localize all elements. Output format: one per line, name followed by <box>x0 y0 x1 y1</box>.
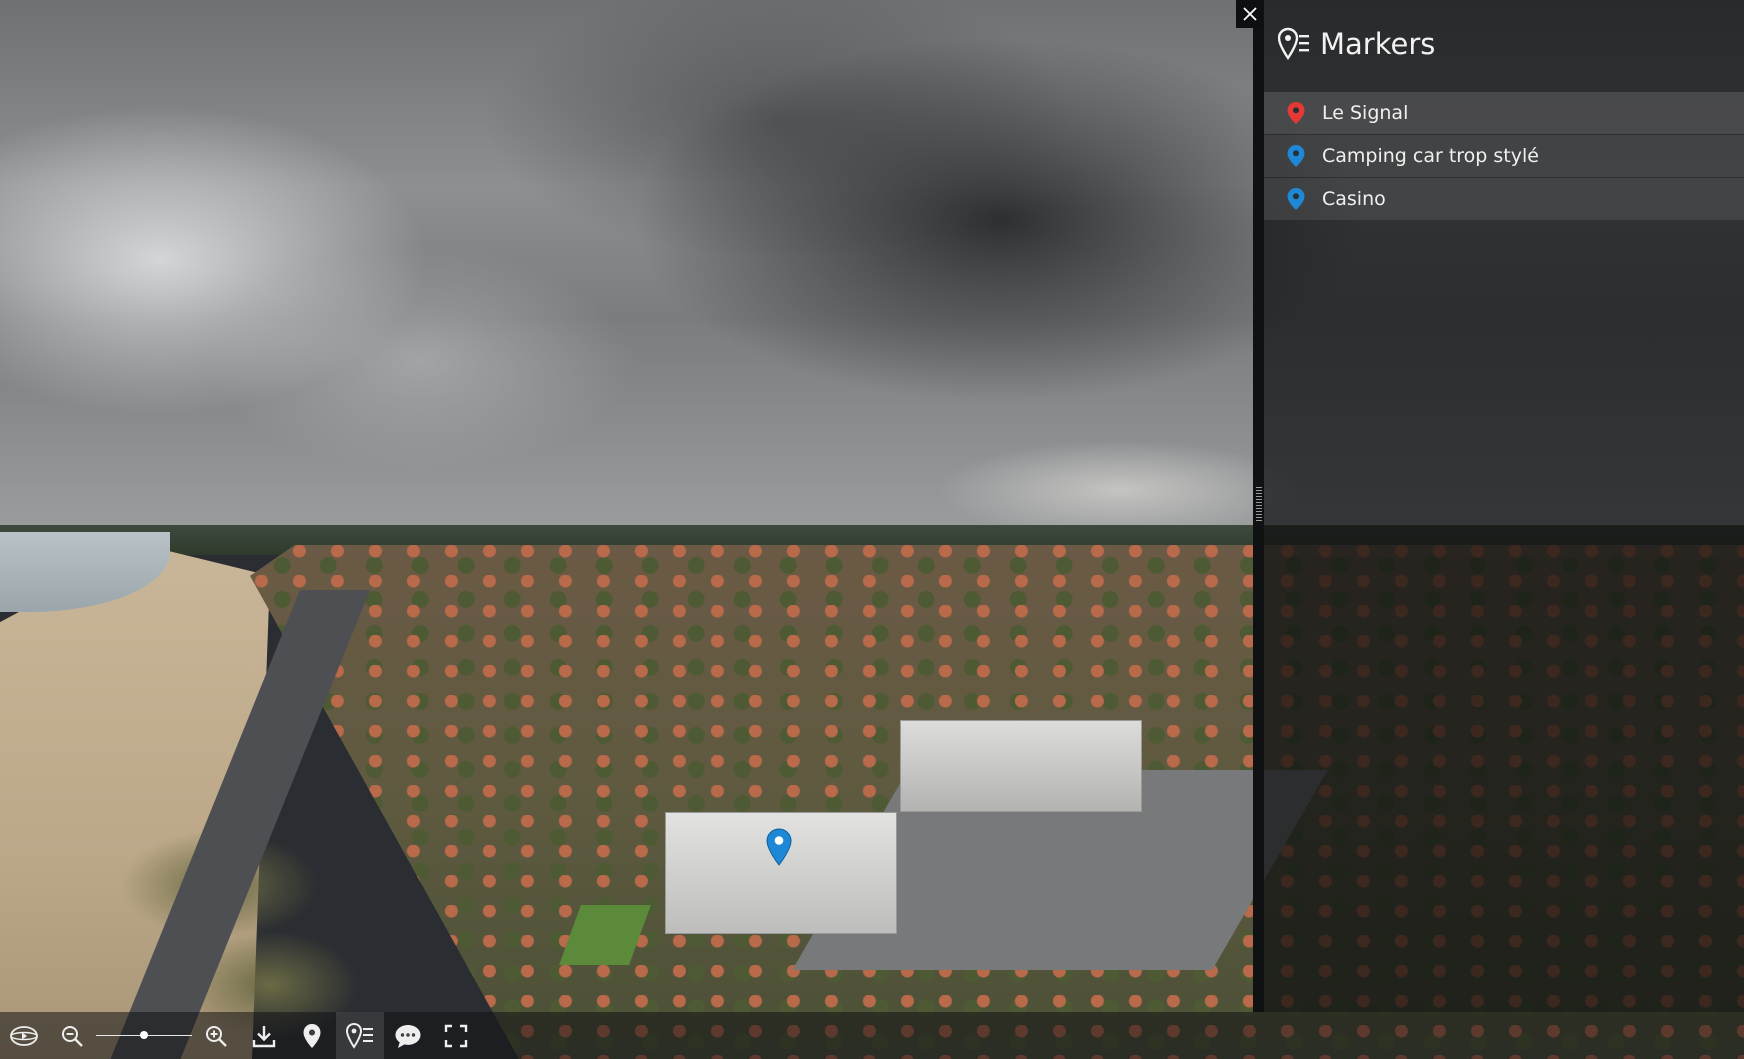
zoom-in-button[interactable] <box>192 1012 240 1059</box>
side-panel-resize-handle[interactable] <box>1256 487 1262 523</box>
markers-list-icon <box>346 1022 373 1049</box>
fullscreen-button[interactable] <box>432 1012 480 1059</box>
side-panel-title: Markers <box>1320 27 1436 61</box>
zoom-range-thumb[interactable] <box>140 1031 148 1039</box>
map-pin-icon <box>1287 102 1305 124</box>
zoom-in-icon <box>206 1025 227 1047</box>
markers-button[interactable] <box>288 1012 336 1059</box>
caption-button[interactable] <box>384 1012 432 1059</box>
side-panel-close-button[interactable] <box>1236 0 1264 28</box>
zoom-out-icon <box>62 1025 83 1047</box>
marker-list-item-casino[interactable]: Casino <box>1264 178 1744 220</box>
marker-label: Casino <box>1322 188 1386 210</box>
side-panel: Markers Le Signal Camping car trop stylé… <box>1264 0 1744 1012</box>
map-pin-icon <box>766 828 792 866</box>
casino-marker-pin[interactable] <box>766 828 792 866</box>
markers-list-icon <box>1278 27 1309 61</box>
marker-label: Le Signal <box>1322 102 1409 124</box>
zoom-out-button[interactable] <box>48 1012 96 1059</box>
download-button[interactable] <box>240 1012 288 1059</box>
zoom-range-slider[interactable] <box>96 1012 192 1059</box>
marker-list-item-le-signal[interactable]: Le Signal <box>1264 92 1744 134</box>
fullscreen-icon <box>444 1024 468 1047</box>
markers-list-button[interactable] <box>336 1012 384 1059</box>
close-icon <box>1243 7 1257 21</box>
map-pin-icon <box>1287 188 1305 210</box>
download-icon <box>252 1025 276 1047</box>
autorotate-icon <box>10 1025 38 1046</box>
autorotate-button[interactable] <box>0 1012 48 1059</box>
panorama-building <box>900 720 1142 812</box>
marker-list-item-camping-car[interactable]: Camping car trop stylé <box>1264 135 1744 177</box>
map-pin-icon <box>1287 145 1305 167</box>
markers-icon <box>303 1023 321 1048</box>
marker-label: Camping car trop stylé <box>1322 145 1539 167</box>
markers-list: Le Signal Camping car trop stylé Casino <box>1264 92 1744 221</box>
side-panel-header: Markers <box>1278 22 1435 66</box>
caption-icon <box>395 1024 421 1048</box>
viewer-navbar <box>0 1012 1744 1059</box>
